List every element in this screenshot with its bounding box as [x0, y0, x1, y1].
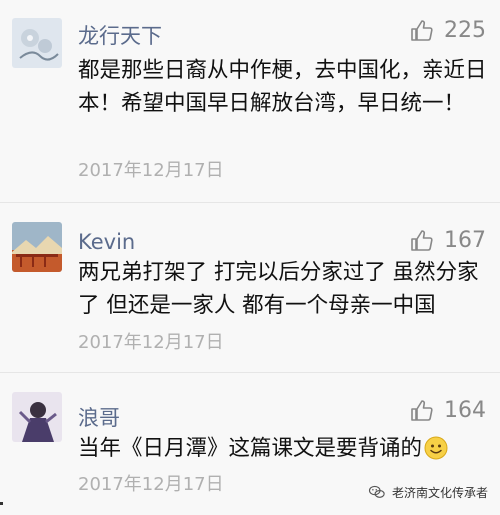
decorative-dot [0, 502, 3, 505]
watermark-text: 老济南文化传承者 [391, 485, 488, 500]
divider [0, 202, 500, 203]
comment-date: 2017年12月17日 [78, 474, 224, 495]
avatar[interactable] [12, 392, 62, 442]
thumbs-up-icon [411, 19, 433, 41]
like-button[interactable]: 164 [410, 398, 486, 423]
like-button[interactable]: 167 [410, 228, 486, 253]
comment-date: 2017年12月17日 [78, 332, 224, 353]
avatar[interactable] [12, 222, 62, 272]
thumbs-up-icon [411, 229, 433, 251]
like-count: 164 [444, 398, 486, 423]
like-count: 225 [444, 18, 486, 43]
comment-author[interactable]: Kevin [78, 230, 135, 254]
comment-date: 2017年12月17日 [78, 160, 224, 181]
comment-author[interactable]: 龙行天下 [78, 20, 162, 50]
avatar[interactable] [12, 18, 62, 68]
comment-text: 两兄弟打架了 打完以后分家过了 虽然分家了 但还是一家人 都有一个母亲一中国 [78, 260, 479, 318]
smile-emoji-icon [424, 436, 448, 460]
comment-author[interactable]: 浪哥 [78, 402, 120, 432]
comment-text: 都是那些日裔从中作梗，去中国化，亲近日本！希望中国早日解放台湾，早日统一！ [78, 58, 487, 116]
divider [0, 372, 500, 373]
thumbs-up-icon [411, 399, 433, 421]
wechat-icon [368, 485, 385, 498]
like-button[interactable]: 225 [410, 18, 486, 43]
comment-text: 当年《日月潭》这篇课文是要背诵的 [78, 432, 490, 465]
watermark: 老济南文化传承者 [368, 483, 488, 501]
like-count: 167 [444, 228, 486, 253]
comment-text-content: 当年《日月潭》这篇课文是要背诵的 [78, 436, 423, 461]
